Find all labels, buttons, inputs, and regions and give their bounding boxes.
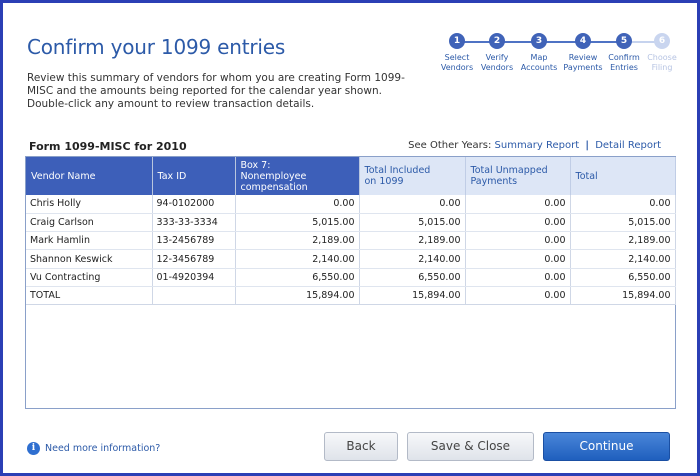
step-review-payments[interactable]: 4 Review Payments xyxy=(561,33,605,72)
table-row[interactable]: Chris Holly 94-0102000 0.00 0.00 0.00 0.… xyxy=(26,195,676,214)
tax-id-cell: 94-0102000 xyxy=(152,195,236,214)
page-description: Review this summary of vendors for whom … xyxy=(27,72,405,110)
total-included-cell[interactable]: 2,140.00 xyxy=(359,249,466,269)
table-header-row: Vendor Name Tax ID Box 7: Nonemployee com… xyxy=(26,157,676,195)
step-label: Review Payments xyxy=(563,53,603,72)
step-label: Select Vendors xyxy=(440,53,474,72)
other-years-links: See Other Years: Summary Report | Detail… xyxy=(408,140,661,151)
page-title: Confirm your 1099 entries xyxy=(27,35,286,59)
step-label: Choose Filing xyxy=(647,53,677,72)
total-cell[interactable]: 5,015.00 xyxy=(570,213,676,233)
column-header-total-unmapped[interactable]: Total Unmapped Payments xyxy=(465,157,571,195)
tax-id-cell xyxy=(152,286,236,306)
total-unmapped-cell[interactable]: 0.00 xyxy=(465,231,571,251)
tax-id-cell: 12-3456789 xyxy=(152,249,236,269)
step-number: 4 xyxy=(575,33,591,49)
window-frame: Confirm your 1099 entries Review this su… xyxy=(0,0,700,476)
total-unmapped-cell[interactable]: 0.00 xyxy=(465,195,571,214)
detail-report-link[interactable]: Detail Report xyxy=(595,140,661,151)
link-separator: | xyxy=(585,140,590,151)
total-label-cell: TOTAL xyxy=(26,286,153,306)
box7-amount-cell[interactable]: 5,015.00 xyxy=(235,213,360,233)
total-unmapped-total-cell: 0.00 xyxy=(465,286,571,306)
box7-amount-cell[interactable]: 2,189.00 xyxy=(235,231,360,251)
step-number: 2 xyxy=(489,33,505,49)
summary-report-link[interactable]: Summary Report xyxy=(495,140,580,151)
total-cell[interactable]: 6,550.00 xyxy=(570,268,676,287)
continue-button[interactable]: Continue xyxy=(543,432,670,461)
step-label: Map Accounts xyxy=(520,53,558,72)
total-cell[interactable]: 2,140.00 xyxy=(570,249,676,269)
vendors-table: Vendor Name Tax ID Box 7: Nonemployee com… xyxy=(26,157,676,306)
table-row[interactable]: Shannon Keswick 12-3456789 2,140.00 2,14… xyxy=(26,249,676,269)
box7-amount-cell[interactable]: 0.00 xyxy=(235,195,360,214)
total-cell[interactable]: 2,189.00 xyxy=(570,231,676,251)
total-cell[interactable]: 0.00 xyxy=(570,195,676,214)
step-number: 1 xyxy=(449,33,465,49)
vendor-name-cell: Vu Contracting xyxy=(26,268,153,287)
wizard-steps: 1 Select Vendors 2 Verify Vendors 3 Map Acc… xyxy=(435,33,685,83)
column-header-total-included[interactable]: Total Included on 1099 xyxy=(359,157,466,195)
table-row[interactable]: Craig Carlson 333-33-3334 5,015.00 5,015… xyxy=(26,213,676,233)
table-row[interactable]: Vu Contracting 01-4920394 6,550.00 6,550… xyxy=(26,268,676,287)
form-title: Form 1099-MISC for 2010 xyxy=(29,140,187,153)
column-header-total[interactable]: Total xyxy=(570,157,676,195)
save-close-button[interactable]: Save & Close xyxy=(407,432,534,461)
total-unmapped-cell[interactable]: 0.00 xyxy=(465,268,571,287)
step-verify-vendors[interactable]: 2 Verify Vendors xyxy=(475,33,519,72)
need-more-info-link[interactable]: Need more information? xyxy=(45,443,160,454)
vendor-name-cell: Chris Holly xyxy=(26,195,153,214)
total-included-cell[interactable]: 5,015.00 xyxy=(359,213,466,233)
step-select-vendors[interactable]: 1 Select Vendors xyxy=(435,33,479,72)
total-included-cell[interactable]: 0.00 xyxy=(359,195,466,214)
column-header-vendor-name[interactable]: Vendor Name xyxy=(26,157,153,195)
step-map-accounts[interactable]: 3 Map Accounts xyxy=(517,33,561,72)
grand-total-cell: 15,894.00 xyxy=(570,286,676,306)
vendor-name-cell: Shannon Keswick xyxy=(26,249,153,269)
step-choose-filing: 6 Choose Filing xyxy=(640,33,684,72)
box7-amount-cell[interactable]: 2,140.00 xyxy=(235,249,360,269)
column-header-box7[interactable]: Box 7: Nonemployee compensation xyxy=(235,157,360,195)
tax-id-cell: 01-4920394 xyxy=(152,268,236,287)
total-included-cell[interactable]: 6,550.00 xyxy=(359,268,466,287)
back-button[interactable]: Back xyxy=(324,432,398,461)
vendors-table-container: Vendor Name Tax ID Box 7: Nonemployee com… xyxy=(25,156,676,409)
info-icon: i xyxy=(27,442,40,455)
total-included-cell[interactable]: 2,189.00 xyxy=(359,231,466,251)
tax-id-cell: 13-2456789 xyxy=(152,231,236,251)
box7-amount-cell[interactable]: 6,550.00 xyxy=(235,268,360,287)
table-total-row: TOTAL 15,894.00 15,894.00 0.00 15,894.00 xyxy=(26,286,676,306)
total-unmapped-cell[interactable]: 0.00 xyxy=(465,213,571,233)
column-header-tax-id[interactable]: Tax ID xyxy=(152,157,236,195)
step-number: 5 xyxy=(616,33,632,49)
table-row[interactable]: Mark Hamlin 13-2456789 2,189.00 2,189.00… xyxy=(26,231,676,251)
vendor-name-cell: Craig Carlson xyxy=(26,213,153,233)
box7-total-cell: 15,894.00 xyxy=(235,286,360,306)
help-link-container[interactable]: i Need more information? xyxy=(27,442,160,455)
tax-id-cell: 333-33-3334 xyxy=(152,213,236,233)
step-number: 6 xyxy=(654,33,670,49)
step-number: 3 xyxy=(531,33,547,49)
other-years-label: See Other Years: xyxy=(408,140,492,151)
step-label: Verify Vendors xyxy=(480,53,514,72)
total-unmapped-cell[interactable]: 0.00 xyxy=(465,249,571,269)
vendor-name-cell: Mark Hamlin xyxy=(26,231,153,251)
total-included-total-cell: 15,894.00 xyxy=(359,286,466,306)
